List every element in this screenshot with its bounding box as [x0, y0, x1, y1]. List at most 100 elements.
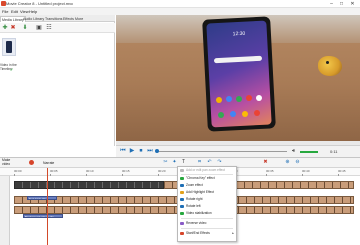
ruler-label: 00:00: [14, 169, 22, 173]
maximize-button[interactable]: □: [337, 0, 346, 8]
app-icon: [246, 95, 252, 101]
ruler-label: 00:15: [122, 169, 130, 173]
playhead[interactable]: [47, 168, 48, 245]
play-button[interactable]: ▶: [129, 148, 135, 154]
ctx-separator: [181, 174, 233, 175]
dock-icon: [218, 112, 224, 118]
crop-icon[interactable]: ⌗: [196, 159, 203, 166]
add-media-icon[interactable]: ✚: [2, 25, 8, 31]
rotate-left-icon: [180, 205, 184, 208]
ruler-label: 00:05: [50, 169, 58, 173]
delete-clip-icon[interactable]: ✖: [262, 159, 269, 166]
menu-view[interactable]: View: [20, 9, 29, 14]
ruler-label: 00:20: [158, 169, 166, 173]
volume-slider[interactable]: [300, 151, 318, 153]
ctx-rotate-right[interactable]: Rotate right: [178, 197, 236, 202]
text-icon[interactable]: T: [180, 159, 187, 166]
zoom-out-icon[interactable]: ⊖: [294, 159, 301, 166]
delete-icon[interactable]: ✖: [10, 25, 16, 31]
tab-effects[interactable]: Effects: [62, 16, 75, 22]
menu-bar: [0, 8, 360, 15]
effects-icon[interactable]: ✦: [171, 159, 178, 166]
split-icon[interactable]: ✂: [162, 159, 169, 166]
text-clip[interactable]: Text track clip: [27, 196, 57, 200]
zoom-effect-icon: [180, 184, 184, 187]
record-icon[interactable]: [29, 160, 34, 165]
video-track-clip[interactable]: [14, 181, 164, 189]
ruler-label: 00:35: [266, 169, 274, 173]
import-icon[interactable]: ⬇: [22, 25, 28, 31]
library-toolbar: [0, 23, 115, 33]
ctx-stabilization[interactable]: Video stabilization: [178, 211, 236, 216]
media-caption: Video in the Timeline: [0, 63, 40, 71]
ctx-zoom-effect[interactable]: Zoom effect: [178, 183, 236, 188]
dock-icon: [254, 110, 260, 116]
minimize-button[interactable]: –: [327, 0, 336, 8]
ctx-reverse[interactable]: Reverse video: [178, 221, 236, 226]
ctx-pan-zoom-label: Add or edit pan zoom effect: [186, 168, 225, 172]
tab-transitions[interactable]: Transitions: [44, 16, 63, 22]
progress-slider[interactable]: [157, 151, 287, 152]
window-title: Movie Creator 8 - Untitled project.mvc: [6, 1, 74, 6]
ruler-label: 00:10: [86, 169, 94, 173]
submenu-arrow-icon: ▸: [232, 231, 234, 235]
media-caption-line2: Timeline: [0, 67, 12, 71]
highlight-icon: [180, 191, 184, 194]
view-mode-icon[interactable]: ☷: [46, 25, 52, 31]
rotate-right-icon: [180, 198, 184, 201]
figurine-image: [318, 56, 342, 76]
next-frame-button[interactable]: ⏭: [147, 148, 153, 154]
ctx-zoom-effect-label: Zoom effect: [186, 183, 203, 187]
zoom-in-icon[interactable]: ⊕: [284, 159, 291, 166]
ctx-pan-zoom[interactable]: Add or edit pan zoom effect: [178, 168, 236, 173]
ctx-highlight[interactable]: Add Highlight Effect: [178, 190, 236, 195]
ruler-label: 00:45: [338, 169, 346, 173]
ctx-start-end-label: Start/End Effects: [186, 231, 210, 235]
reverse-icon: [180, 222, 184, 225]
start-end-icon: [180, 232, 184, 235]
thumbnail-image: [6, 41, 12, 53]
dock-icon: [230, 111, 236, 117]
ctx-stabilization-label: Video stabilization: [186, 211, 212, 215]
check-icon: ✔: [10, 67, 14, 72]
text-clip[interactable]: Background videos clip: [23, 214, 63, 218]
menu-edit[interactable]: Edit: [11, 9, 18, 14]
stop-button[interactable]: ⏹: [138, 148, 144, 154]
close-button[interactable]: ✕: [348, 0, 357, 8]
stabilization-icon: [180, 212, 184, 215]
chroma-key-icon: [180, 177, 184, 180]
ctx-highlight-label: Add Highlight Effect: [186, 190, 214, 194]
ctx-rotate-left-label: Rotate left: [186, 204, 201, 208]
ctx-reverse-label: Reverse video: [186, 221, 207, 225]
ctx-start-end[interactable]: Start/End Effects ▸: [178, 231, 236, 236]
menu-file[interactable]: File: [2, 9, 8, 14]
make-video-button[interactable]: Make video: [2, 158, 18, 166]
menu-help[interactable]: Help: [29, 9, 37, 14]
app-icon: [216, 97, 222, 103]
ctx-rotate-left[interactable]: Rotate left: [178, 204, 236, 209]
undo-icon[interactable]: ↶: [206, 159, 213, 166]
progress-knob[interactable]: [155, 149, 159, 153]
left-panel: [0, 15, 115, 146]
narrate-button[interactable]: Narrate: [43, 161, 54, 165]
track-headers: [0, 176, 10, 245]
app-icon: [256, 95, 262, 101]
ctx-separator: [181, 218, 233, 219]
ruler-label: 00:40: [302, 169, 310, 173]
volume-icon[interactable]: 🔊︎: [292, 148, 295, 154]
ctx-chroma-key[interactable]: "Chroma Key" effect: [178, 176, 236, 181]
prev-frame-button[interactable]: ⏮: [120, 148, 126, 154]
figurine-eye: [326, 61, 329, 64]
tab-audio-library[interactable]: Audio Library: [22, 16, 45, 22]
filter-icon[interactable]: ▣: [36, 25, 42, 31]
app-icon: [226, 96, 232, 102]
tab-more[interactable]: More: [74, 16, 84, 22]
ctx-rotate-right-label: Rotate right: [186, 197, 203, 201]
redo-icon[interactable]: ↷: [216, 159, 223, 166]
ctx-separator: [181, 228, 233, 229]
time-readout: 0:11: [330, 149, 338, 154]
app-icon: [236, 96, 242, 102]
dock-icon: [242, 111, 248, 117]
pan-zoom-icon: [180, 169, 184, 172]
ctx-chroma-key-label: "Chroma Key" effect: [186, 176, 215, 180]
